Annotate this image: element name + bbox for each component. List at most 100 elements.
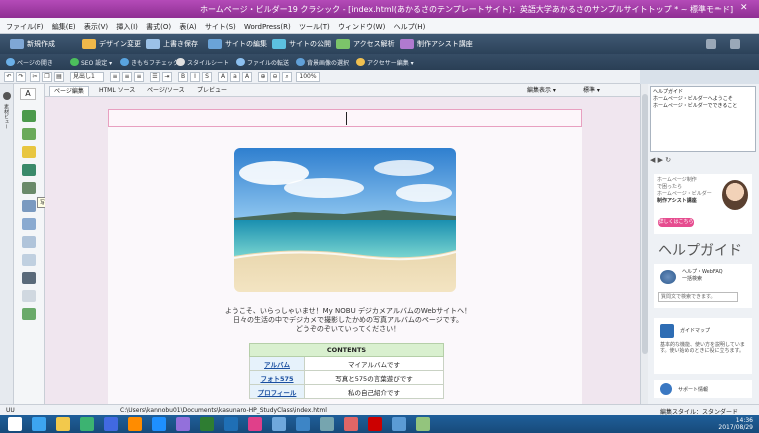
style-select[interactable]: 見出し1 (70, 72, 104, 82)
check-button[interactable]: きもちフチェック (120, 57, 179, 67)
align-right-icon[interactable]: ≡ (134, 72, 144, 82)
bold-icon[interactable]: B (178, 72, 188, 82)
menu-table[interactable]: 表(A) (179, 22, 196, 32)
support-card[interactable]: サポート情報 (654, 380, 752, 398)
menu-format[interactable]: 書式(O) (146, 22, 171, 32)
accessor-button[interactable]: アクセサー編集 ▾ (356, 57, 414, 67)
profile-link[interactable]: プロフィール (249, 384, 305, 399)
taskbar-hpb-icon[interactable] (248, 417, 262, 431)
table-icon[interactable] (22, 308, 36, 320)
edit-canvas[interactable]: ようこそ、いらっしゃいませ！My NOBU デジカメアルバムのWebサイトへ！ … (45, 97, 640, 404)
pencil-icon[interactable] (22, 146, 36, 158)
person-icon[interactable] (22, 110, 36, 122)
edit-display-select[interactable]: 編集表示 ▾ (523, 86, 560, 96)
taskbar-start-icon[interactable] (8, 417, 22, 431)
menu-view[interactable]: 表示(V) (84, 22, 108, 32)
frame-icon[interactable] (22, 236, 36, 248)
help-tree-title[interactable]: ヘルプガイド (653, 89, 753, 96)
background-button[interactable]: 背景画像の選択 (296, 57, 349, 67)
seo-button[interactable]: SEO 設定 ▾ (70, 57, 112, 67)
material-view-label[interactable]: 素材ビュー (3, 104, 10, 129)
taskbar-app-green-icon[interactable] (80, 417, 94, 431)
align-center-icon[interactable]: ≡ (122, 72, 132, 82)
faq-card[interactable]: ヘルプ・WebFAQ 一括検索 質問文で検索できます。 (654, 264, 752, 308)
chart-icon[interactable] (22, 164, 36, 176)
menu-window[interactable]: ウィンドウ(W) (338, 22, 385, 32)
close-button[interactable]: ✕ (740, 3, 748, 13)
strike-icon[interactable]: S (202, 72, 212, 82)
forward-icon[interactable]: ▶ (658, 156, 663, 164)
taskbar-app13-icon[interactable] (416, 417, 430, 431)
menu-insert[interactable]: 挿入(I) (116, 22, 138, 32)
vertical-scrollbar[interactable] (640, 84, 648, 404)
access-analysis-button[interactable]: アクセス解析 (336, 38, 395, 50)
phone-icon[interactable] (22, 272, 36, 284)
menu-tools[interactable]: ツール(T) (299, 22, 330, 32)
header-edit-box[interactable] (108, 109, 582, 127)
taskbar-app9-icon[interactable] (320, 417, 334, 431)
taskbar-photoshop-icon[interactable] (224, 417, 238, 431)
system-clock[interactable]: 14:36 2017/08/29 (718, 417, 753, 431)
zoom-fit-icon[interactable]: ⌕ (282, 72, 292, 82)
image-insert-icon[interactable] (22, 182, 36, 194)
standard-select[interactable]: 標準 ▾ (579, 86, 604, 96)
zoom-select[interactable]: 100% (296, 72, 320, 82)
indent-icon[interactable]: ⇥ (162, 72, 172, 82)
tools-button[interactable] (730, 38, 740, 50)
album-link[interactable]: アルバム (249, 356, 305, 371)
text-icon[interactable]: A (20, 88, 36, 100)
stylesheet-button[interactable]: スタイルシート (176, 57, 229, 67)
taskbar-dreamweaver-icon[interactable] (200, 417, 214, 431)
taskbar-app-blue-icon[interactable] (104, 417, 118, 431)
assist-course-ad[interactable]: ホームページ制作 で困ったら ホームページ・ビルダー 制作アシスト講座 詳しくは… (654, 174, 752, 234)
panel-toggle-icon[interactable] (3, 92, 11, 100)
font-size-up-icon[interactable]: A (218, 72, 228, 82)
menu-wordpress[interactable]: WordPress(R) (244, 23, 291, 31)
save-button[interactable]: 上書き保存 (146, 38, 198, 50)
font-size-down-icon[interactable]: a (230, 72, 240, 82)
new-button[interactable]: 新規作成 (10, 38, 55, 50)
site-edit-button[interactable]: サイトの編集 (208, 38, 267, 50)
taskbar-media-icon[interactable] (152, 417, 166, 431)
minimize-button[interactable]: – (715, 3, 720, 13)
help-tree-item-1[interactable]: ホームページ・ビルダーへようこそ (653, 96, 753, 103)
document-icon[interactable] (22, 290, 36, 302)
menu-help[interactable]: ヘルプ(H) (394, 22, 426, 32)
redo-icon[interactable]: ↷ (16, 72, 26, 82)
cut-icon[interactable]: ✂ (30, 72, 40, 82)
taskbar-app8-icon[interactable] (296, 417, 310, 431)
tab-page-edit[interactable]: ページ編集 (49, 86, 89, 96)
tab-html-source[interactable]: HTML ソース (95, 86, 139, 96)
taskbar-photo-icon[interactable] (176, 417, 190, 431)
beach-photo[interactable] (234, 148, 456, 292)
back-icon[interactable]: ◀ (650, 156, 655, 164)
photo575-link[interactable]: フォト575 (249, 370, 305, 385)
faq-search-input[interactable]: 質問文で検索できます。 (658, 292, 738, 302)
paste-icon[interactable]: ▤ (54, 72, 64, 82)
taskbar-app-orange-icon[interactable] (128, 417, 142, 431)
taskbar-ie-icon[interactable] (32, 417, 46, 431)
zoom-in-icon[interactable]: ⊕ (258, 72, 268, 82)
list-icon[interactable]: ☰ (150, 72, 160, 82)
tab-page-source[interactable]: ページ/ソース (143, 86, 189, 96)
page-open-button[interactable]: ページの開き (6, 57, 53, 67)
guide-map-card[interactable]: ガイドマップ 基本的な機能、使い方を説明しています。使い始めのときに役に立ちます… (654, 318, 752, 374)
settings-button[interactable] (706, 38, 716, 50)
taskbar-app7-icon[interactable] (272, 417, 286, 431)
taskbar-app12-icon[interactable] (392, 417, 406, 431)
gallery-icon[interactable] (22, 218, 36, 230)
list-icon[interactable] (22, 254, 36, 266)
color-icon[interactable]: A (242, 72, 252, 82)
tree-icon[interactable] (22, 128, 36, 140)
menu-site[interactable]: サイト(S) (205, 22, 236, 32)
menu-file[interactable]: ファイル(F) (6, 22, 44, 32)
refresh-icon[interactable]: ↻ (665, 156, 671, 164)
assist-course-button[interactable]: 制作アシスト講座 (400, 38, 473, 50)
design-change-button[interactable]: デザイン変更 (82, 38, 141, 50)
transfer-button[interactable]: ファイルの転送 (236, 57, 289, 67)
tab-preview[interactable]: プレビュー (193, 86, 231, 96)
copy-icon[interactable]: ❐ (42, 72, 52, 82)
ad-details-button[interactable]: 詳しくはこちら (658, 218, 694, 227)
photo-icon[interactable] (22, 200, 36, 212)
align-left-icon[interactable]: ≡ (110, 72, 120, 82)
